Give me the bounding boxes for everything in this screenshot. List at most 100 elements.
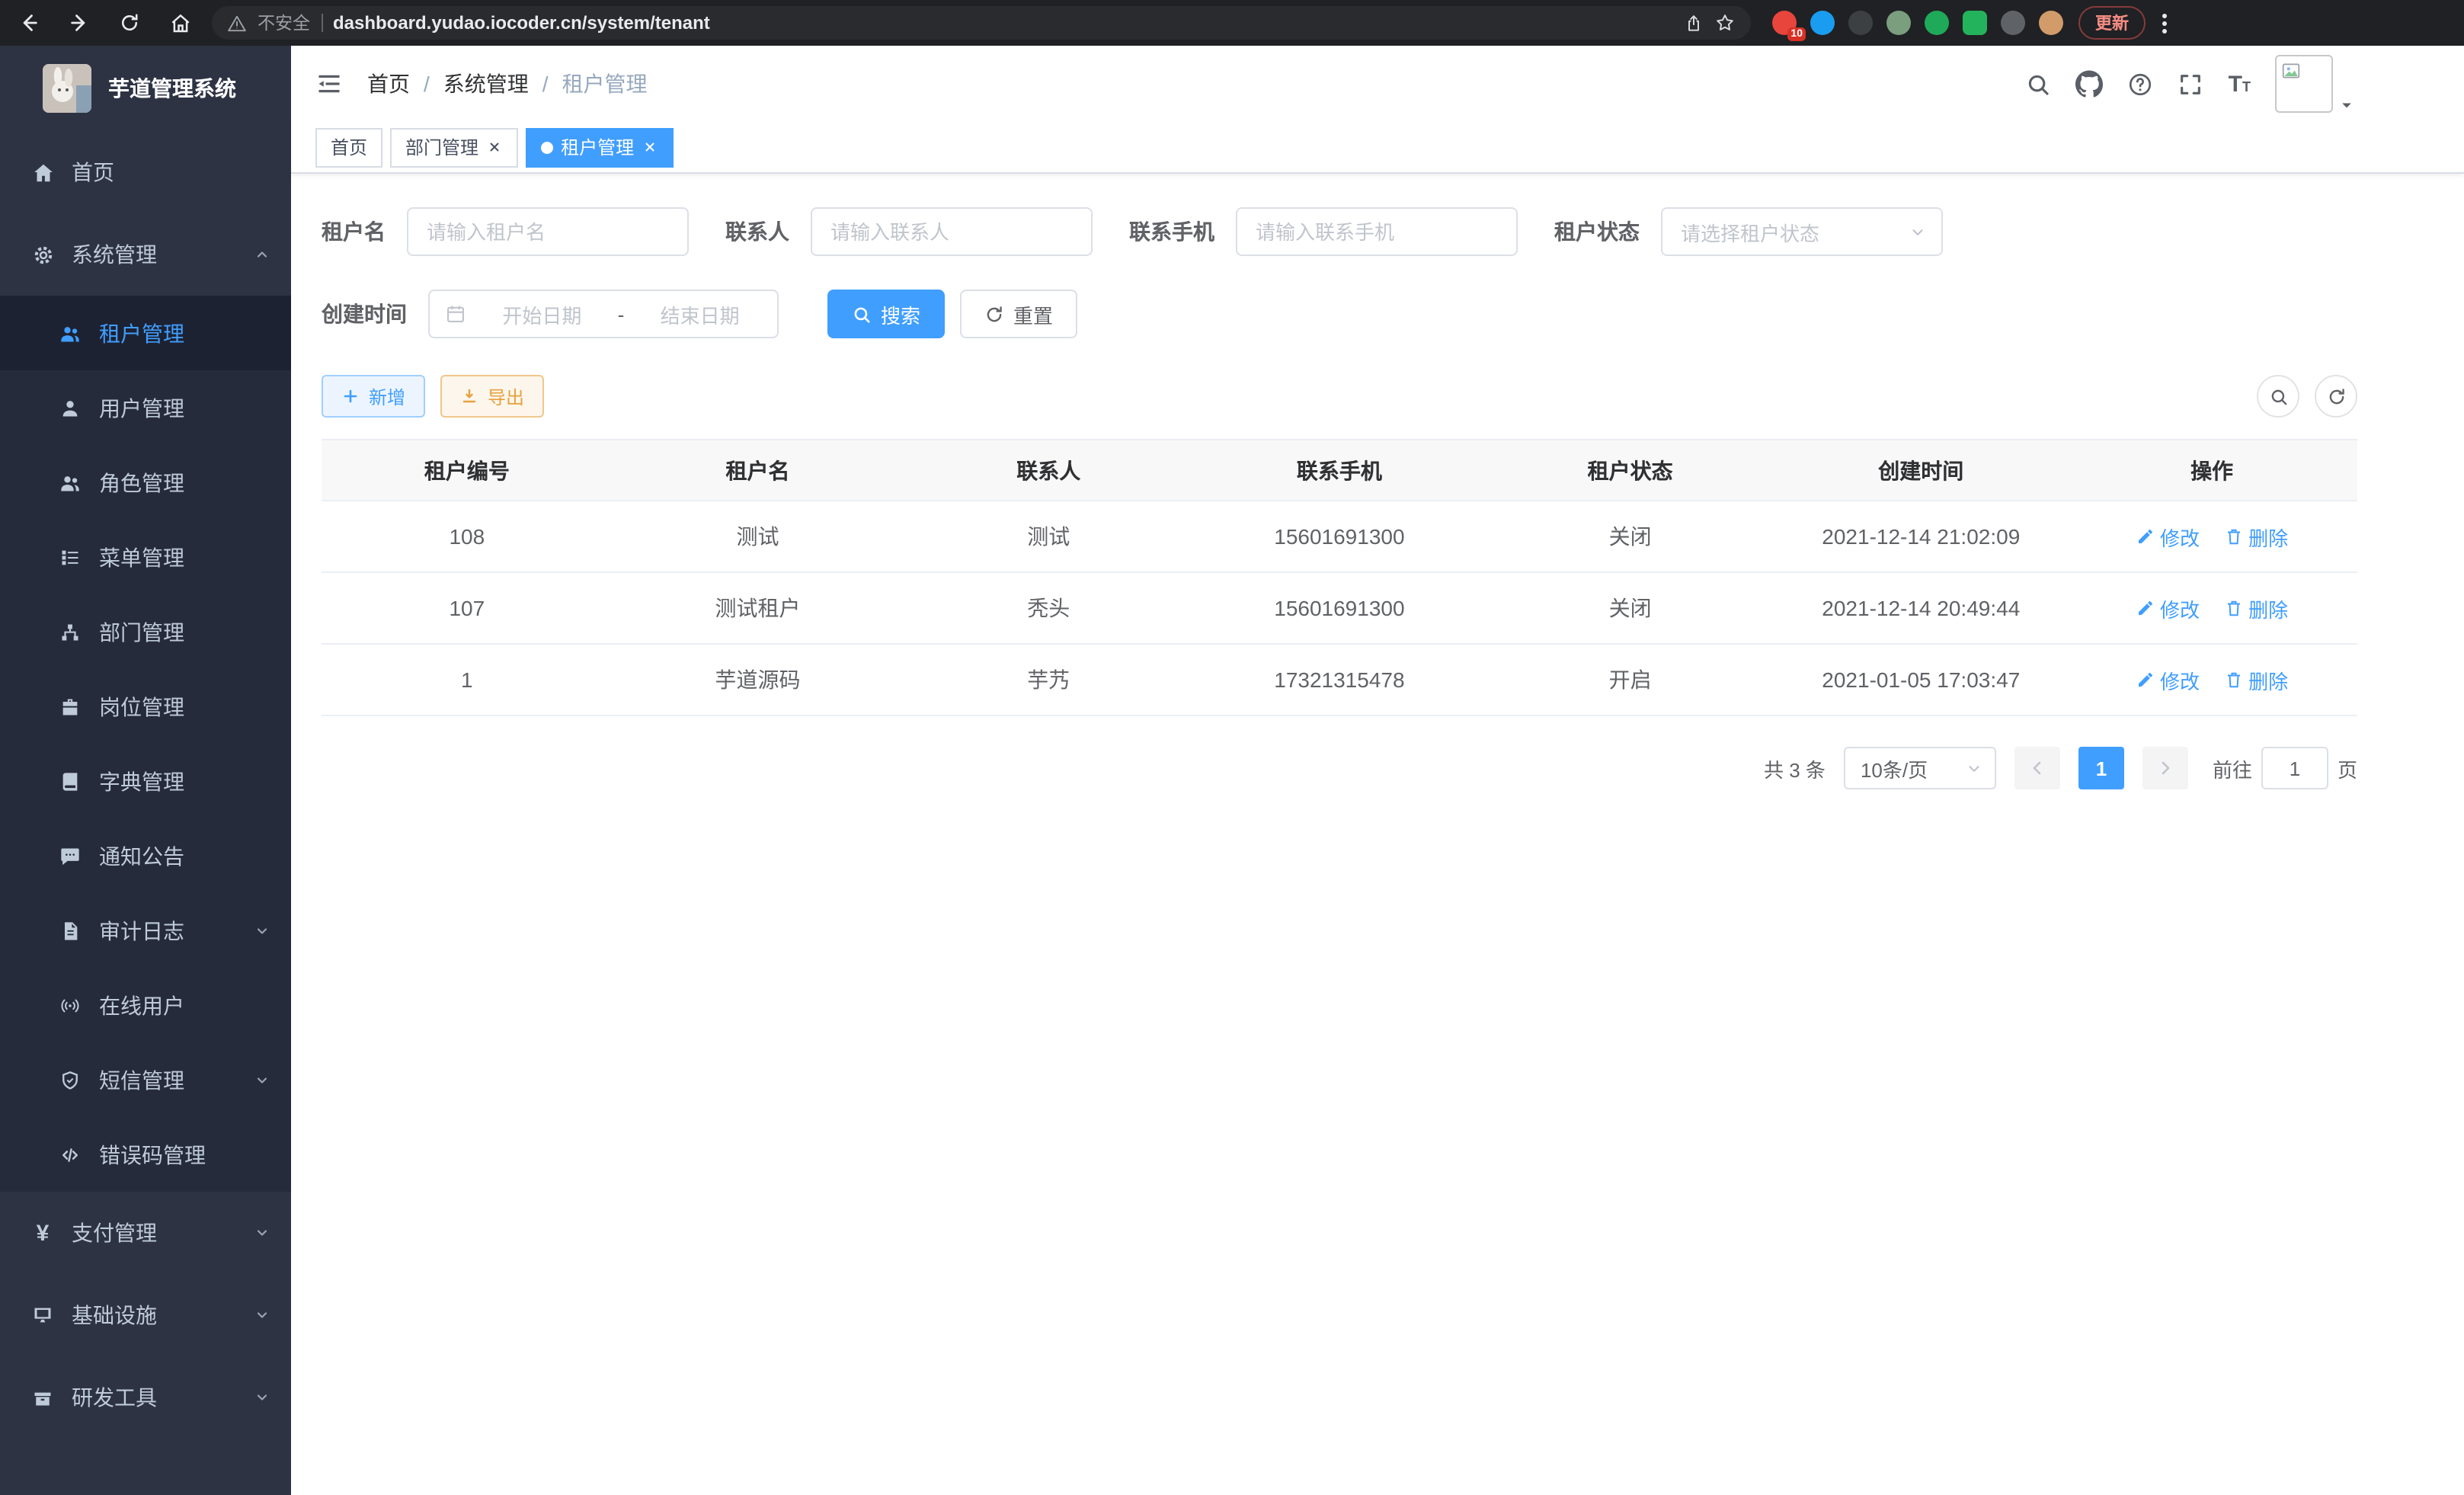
delete-link[interactable]: 删除 [2224, 594, 2288, 623]
add-button[interactable]: 新增 [322, 375, 425, 418]
sidebar-item-label: 部门管理 [99, 616, 270, 647]
breadcrumb-separator: / [542, 72, 549, 96]
extension-icon-dark[interactable] [1848, 11, 1873, 35]
font-size-icon[interactable]: TT [2229, 74, 2251, 94]
sidebar-item-tenant[interactable]: 租户管理 [0, 296, 291, 370]
sidebar-item-devtools[interactable]: 研发工具 [0, 1356, 291, 1439]
sidebar-toggle-icon[interactable] [315, 70, 343, 98]
edit-link[interactable]: 修改 [2136, 665, 2200, 694]
edit-link[interactable]: 修改 [2136, 594, 2200, 623]
tab-home[interactable]: 首页 [315, 127, 382, 167]
tenant-name-input[interactable] [407, 207, 689, 256]
page-size-select[interactable]: 10条/页 [1844, 747, 1996, 789]
tab-tenant[interactable]: 租户管理 [526, 127, 674, 167]
sidebar-item-home[interactable]: 首页 [0, 131, 291, 213]
user-menu[interactable] [2275, 55, 2354, 113]
sidebar-item-dict[interactable]: 字典管理 [0, 744, 291, 818]
extension-icon-sage[interactable] [1886, 11, 1911, 35]
browser-home-icon[interactable] [166, 9, 194, 37]
sidebar-item-notice[interactable]: 通知公告 [0, 818, 291, 893]
sidebar-item-online[interactable]: 在线用户 [0, 968, 291, 1042]
sidebar-item-sms[interactable]: 短信管理 [0, 1042, 291, 1117]
date-range-picker[interactable]: 开始日期 - 结束日期 [428, 290, 779, 338]
next-page-button[interactable] [2142, 747, 2188, 789]
extension-icon-green[interactable] [1925, 11, 1949, 35]
cell-mobile: 15601691300 [1194, 572, 1485, 644]
refresh-icon[interactable] [2315, 375, 2357, 418]
warning-icon [227, 13, 247, 33]
chrome-update-button[interactable]: 更新 [2078, 6, 2146, 40]
cell-mobile: 17321315478 [1194, 644, 1485, 715]
fullscreen-icon[interactable] [2178, 71, 2204, 97]
role-icon [58, 472, 82, 493]
col-actions: 操作 [2066, 440, 2357, 501]
sidebar-item-label: 用户管理 [99, 392, 270, 423]
close-icon[interactable] [486, 139, 503, 155]
logo[interactable]: 芋道管理系统 [0, 46, 291, 131]
security-label[interactable]: 不安全 [258, 11, 310, 35]
sidebar-item-post[interactable]: 岗位管理 [0, 669, 291, 744]
extension-icon-blue[interactable] [1810, 11, 1835, 35]
chevron-down-icon [1909, 223, 1926, 240]
status-select[interactable]: 请选择租户状态 [1661, 207, 1943, 256]
url-text[interactable]: dashboard.yudao.iocoder.cn/system/tenant [333, 12, 710, 34]
contact-label: 联系人 [725, 216, 789, 247]
sidebar-item-label: 通知公告 [99, 840, 270, 871]
sidebar-item-label: 系统管理 [72, 239, 238, 270]
chevron-down-icon [254, 1308, 270, 1323]
share-icon[interactable] [1684, 13, 1704, 33]
export-button[interactable]: 导出 [440, 375, 544, 418]
toggle-search-icon[interactable] [2257, 375, 2299, 418]
page-number-1[interactable]: 1 [2078, 747, 2124, 789]
sidebar-item-user[interactable]: 用户管理 [0, 370, 291, 445]
sidebar-item-label: 短信管理 [99, 1064, 238, 1095]
sidebar-item-infra[interactable]: 基础设施 [0, 1274, 291, 1356]
sidebar-item-auditlog[interactable]: 审计日志 [0, 893, 291, 968]
extension-icon-red[interactable]: 10 [1772, 11, 1797, 35]
sidebar-item-label: 字典管理 [99, 766, 270, 796]
bookmark-star-icon[interactable] [1714, 12, 1736, 34]
delete-link[interactable]: 删除 [2224, 522, 2288, 551]
end-date-placeholder: 结束日期 [638, 299, 762, 328]
breadcrumb-home[interactable]: 首页 [367, 69, 410, 99]
sidebar-item-menu[interactable]: 菜单管理 [0, 520, 291, 594]
peoples-icon [58, 322, 82, 344]
close-icon[interactable] [642, 139, 658, 155]
browser-back-icon[interactable] [15, 9, 43, 37]
browser-reload-icon[interactable] [116, 9, 143, 37]
help-icon[interactable] [2128, 71, 2154, 97]
search-button[interactable]: 搜索 [827, 290, 945, 338]
cell-status: 关闭 [1485, 572, 1776, 644]
mobile-input[interactable] [1236, 207, 1518, 256]
header-search-icon[interactable] [2026, 71, 2052, 97]
browser-menu-icon[interactable] [2159, 10, 2170, 36]
sidebar-item-dept[interactable]: 部门管理 [0, 594, 291, 669]
page-size-value: 10条/页 [1861, 754, 1928, 783]
message-icon [58, 845, 82, 866]
reset-button[interactable]: 重置 [960, 290, 1077, 338]
chevron-down-icon [254, 1072, 270, 1087]
breadcrumb-system[interactable]: 系统管理 [443, 69, 529, 99]
browser-forward-icon[interactable] [66, 9, 93, 37]
extension-icon-chat[interactable] [1963, 11, 1987, 35]
extensions-row: 10 [1772, 11, 2063, 35]
edit-link[interactable]: 修改 [2136, 522, 2200, 551]
extensions-puzzle-icon[interactable] [2001, 11, 2025, 35]
address-bar[interactable]: 不安全 dashboard.yudao.iocoder.cn/system/te… [212, 6, 1751, 40]
tab-dept[interactable]: 部门管理 [390, 127, 518, 167]
goto-page-input[interactable] [2261, 747, 2328, 789]
briefcase-icon [58, 696, 82, 717]
sidebar-item-system[interactable]: 系统管理 [0, 213, 291, 296]
sidebar-item-errorcode[interactable]: 错误码管理 [0, 1117, 291, 1192]
sidebar-item-payment[interactable]: ¥ 支付管理 [0, 1192, 291, 1274]
sidebar-item-label: 错误码管理 [99, 1139, 270, 1170]
contact-input[interactable] [811, 207, 1093, 256]
delete-link[interactable]: 删除 [2224, 665, 2288, 694]
github-icon[interactable] [2076, 70, 2104, 98]
code-icon [58, 1144, 82, 1165]
cell-created: 2021-01-05 17:03:47 [1775, 644, 2066, 715]
prev-page-button[interactable] [2014, 747, 2060, 789]
sidebar-item-role[interactable]: 角色管理 [0, 445, 291, 520]
logo-avatar [43, 64, 91, 113]
profile-avatar-icon[interactable] [2039, 11, 2063, 35]
